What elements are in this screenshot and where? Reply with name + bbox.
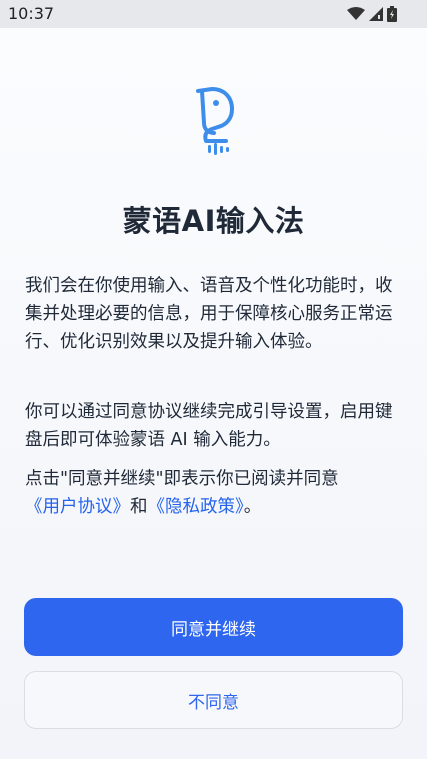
status-bar: 10:37 [0,0,427,28]
battery-icon [387,6,397,22]
app-title: 蒙语AI输入法 [122,204,305,238]
wifi-icon [347,7,365,20]
consent-paragraph: 点击"同意并继续"即表示你已阅读并同意 《用户协议》和《隐私政策》。 [25,465,405,521]
app-logo-icon [196,87,234,155]
period-text: 。 [243,497,262,517]
setup-paragraph: 你可以通过同意协议继续完成引导设置，启用键盘后即可体验蒙语 AI 输入能力。 [25,402,393,450]
disagree-button[interactable]: 不同意 [24,671,403,729]
user-agreement-link[interactable]: 《用户协议》 [25,497,130,517]
and-text: 和 [130,497,148,517]
privacy-paragraph: 我们会在你使用输入、语音及个性化功能时，收集并处理必要的信息，用于保障核心服务正… [25,276,393,352]
agree-continue-button[interactable]: 同意并继续 [24,598,403,656]
privacy-policy-link[interactable]: 《隐私政策》 [148,497,244,517]
onboarding-page: 蒙语AI输入法 我们会在你使用输入、语音及个性化功能时，收集并处理必要的信息，用… [0,28,427,759]
signal-icon [369,7,383,21]
status-time: 10:37 [8,4,55,23]
status-icons [347,6,397,22]
consent-text: 点击"同意并继续"即表示你已阅读并同意 [25,469,339,489]
